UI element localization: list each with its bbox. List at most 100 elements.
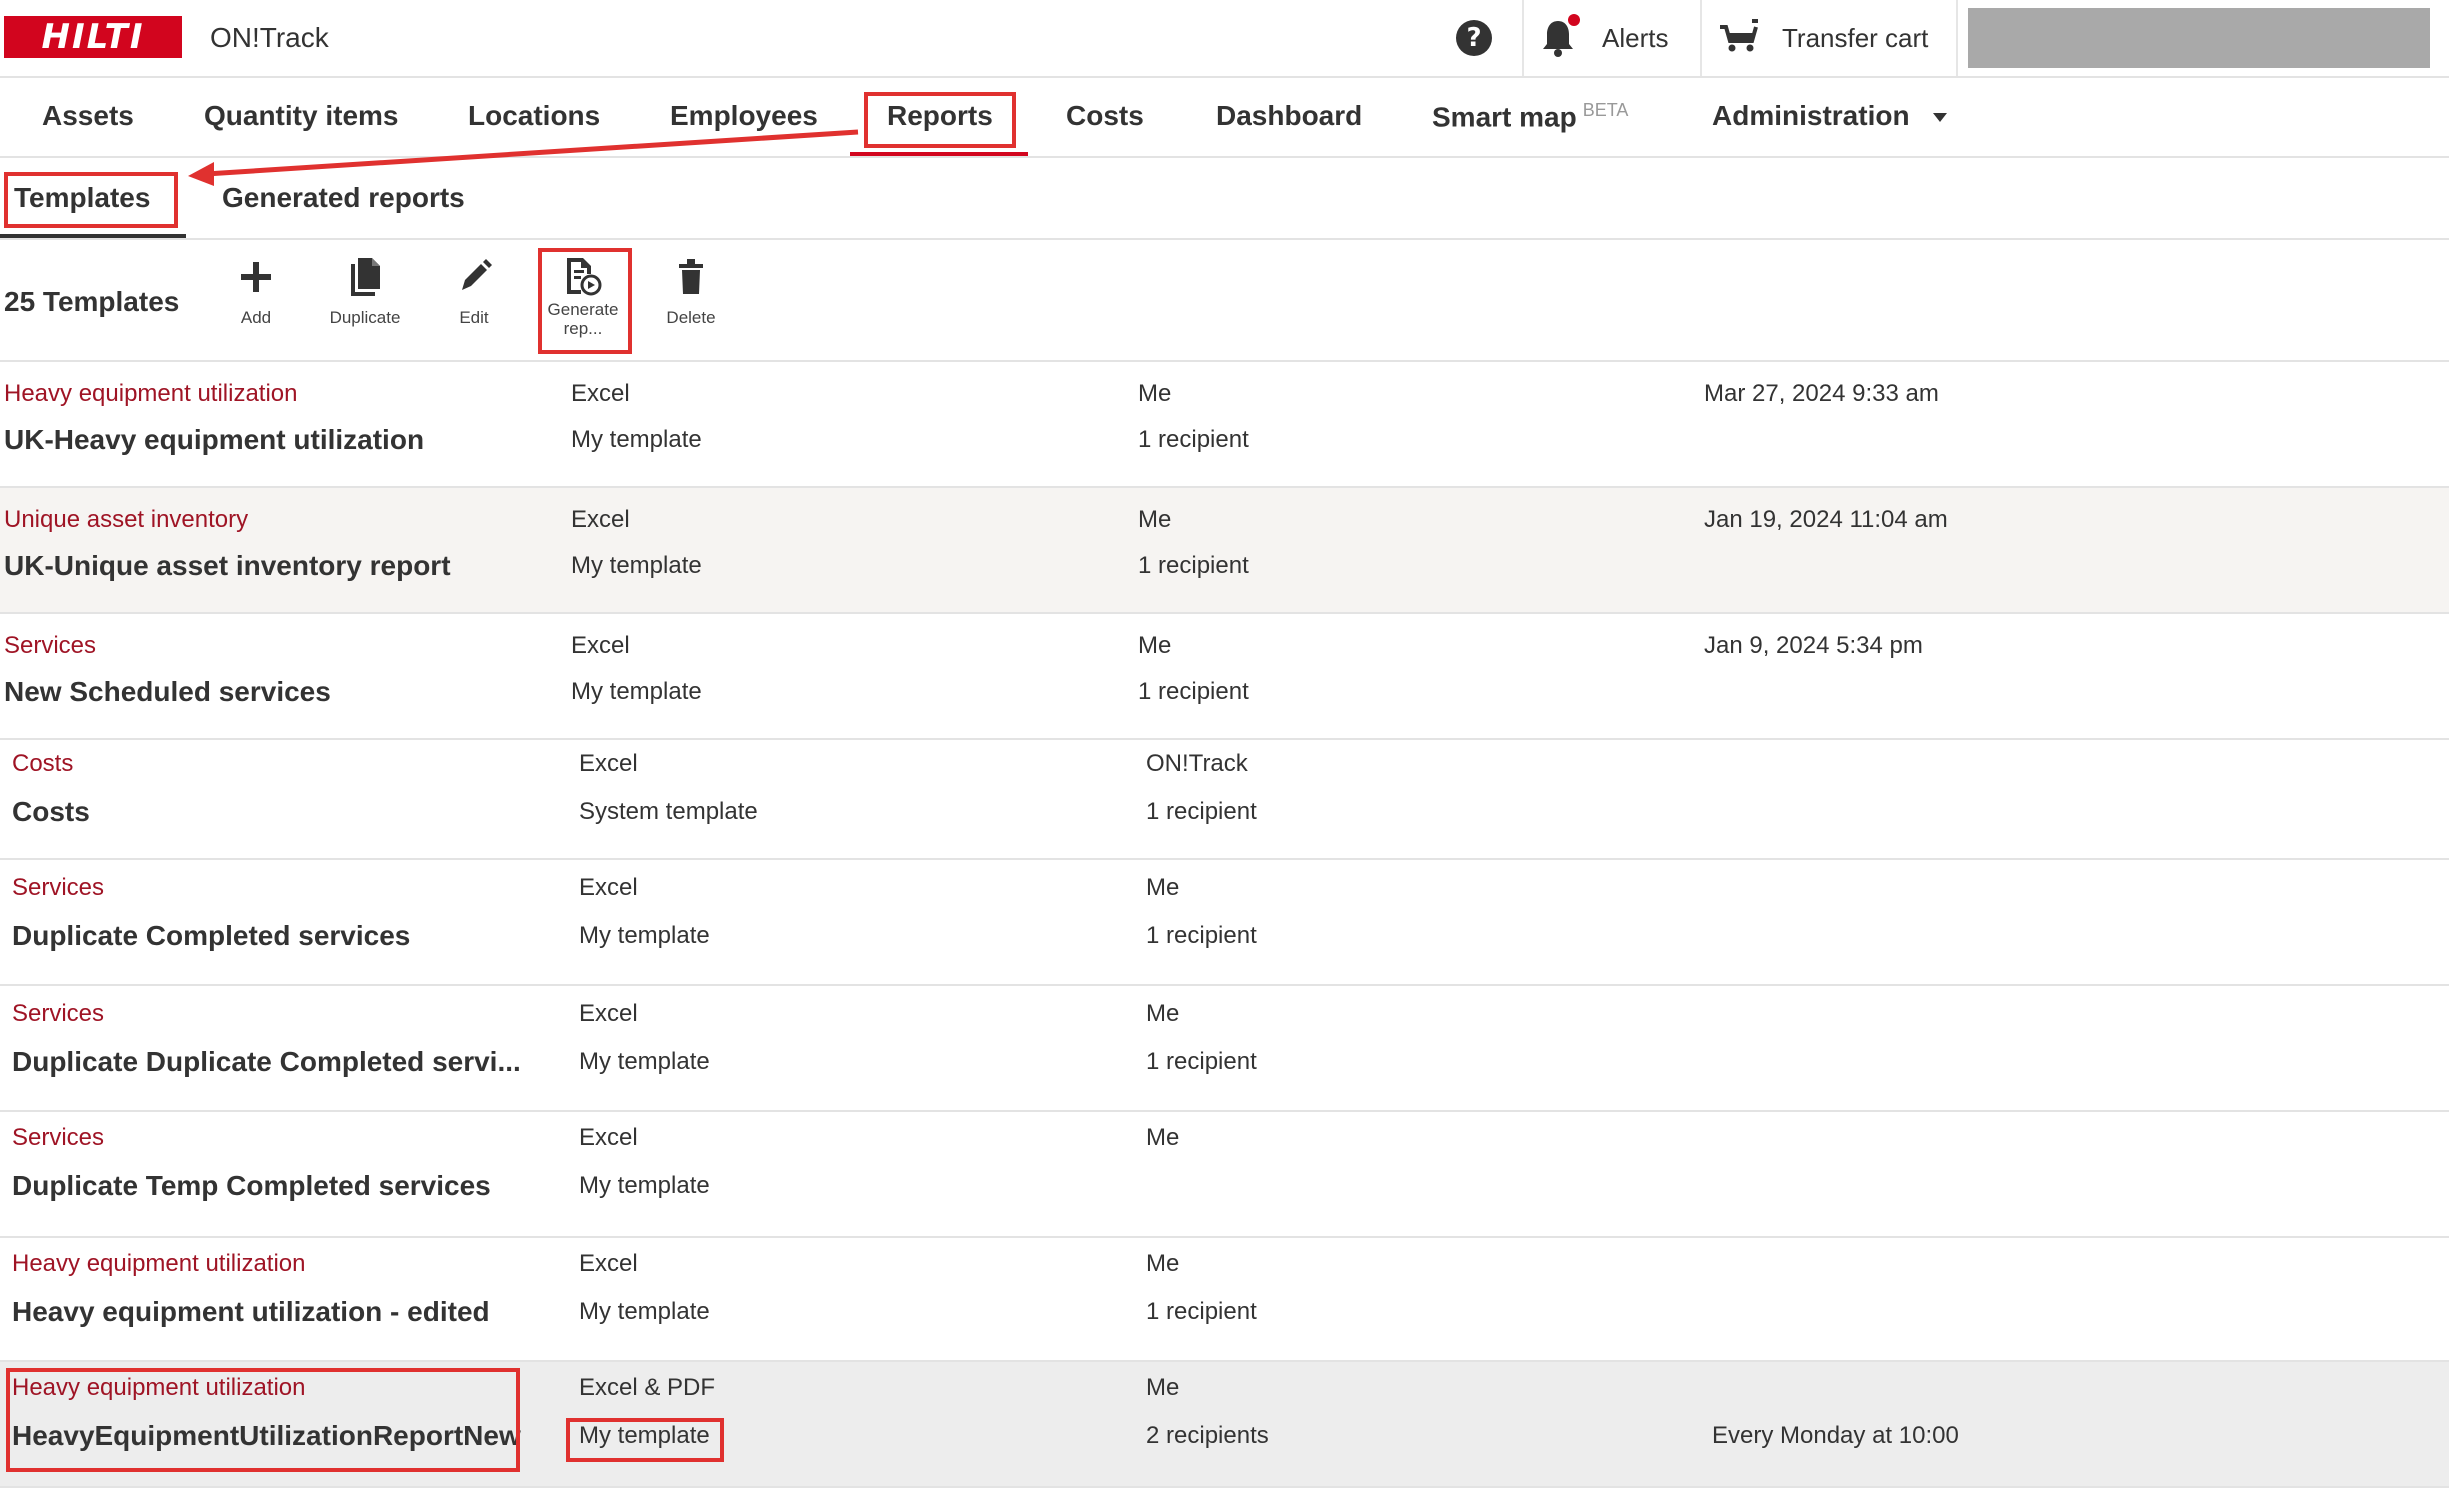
add-button[interactable]: Add: [201, 256, 311, 356]
report-subtabs: Templates Generated reports: [0, 158, 2449, 240]
row-template-type: My template: [579, 1048, 710, 1075]
plus-icon: [240, 256, 272, 296]
nav-administration[interactable]: Administration: [1712, 100, 1948, 132]
hilti-logo[interactable]: HILTI: [4, 16, 182, 58]
help-icon: ?: [1456, 20, 1492, 56]
table-row[interactable]: Heavy equipment utilization Heavy equipm…: [0, 1238, 2449, 1362]
main-nav: Assets Quantity items Locations Employee…: [0, 78, 2449, 158]
row-category: Costs: [12, 750, 74, 777]
duplicate-label: Duplicate: [329, 308, 401, 327]
nav-quantity-items[interactable]: Quantity items: [204, 100, 398, 132]
delete-button[interactable]: Delete: [636, 256, 746, 356]
row-format: Excel: [571, 632, 630, 659]
generate-report-icon: [563, 256, 603, 296]
row-category: Heavy equipment utilization: [12, 1374, 306, 1401]
row-format: Excel: [579, 1250, 638, 1277]
table-row[interactable]: Services Duplicate Temp Completed servic…: [0, 1112, 2449, 1238]
generate-report-button[interactable]: Generate rep...: [528, 256, 638, 356]
trash-icon: [675, 256, 707, 296]
row-recipients: 1 recipient: [1138, 678, 1249, 705]
row-schedule: Every Monday at 10:00: [1712, 1422, 1959, 1449]
chevron-down-icon: [1933, 113, 1948, 123]
duplicate-button[interactable]: Duplicate: [310, 256, 420, 356]
templates-count: 25 Templates: [4, 286, 180, 317]
nav-costs[interactable]: Costs: [1066, 100, 1144, 132]
row-format: Excel: [571, 506, 630, 533]
row-category: Heavy equipment utilization: [4, 380, 298, 407]
table-row-selected[interactable]: Heavy equipment utilization HeavyEquipme…: [0, 1362, 2449, 1488]
table-row[interactable]: Services Duplicate Completed services Ex…: [0, 860, 2449, 986]
transfer-cart-button[interactable]: Transfer cart: [1718, 0, 1928, 76]
tab-generated-reports[interactable]: Generated reports: [222, 182, 465, 214]
nav-smart-map-label: Smart map: [1432, 101, 1577, 133]
row-format: Excel: [579, 750, 638, 777]
table-row[interactable]: Costs Costs Excel System template ON!Tra…: [0, 740, 2449, 860]
row-recipients: 1 recipient: [1146, 1298, 1257, 1325]
pencil-icon: [456, 256, 492, 296]
generate-line2: rep...: [563, 319, 603, 338]
table-row[interactable]: Services New Scheduled services Excel My…: [0, 614, 2449, 740]
row-owner: Me: [1138, 632, 1172, 659]
row-owner: Me: [1146, 1000, 1180, 1027]
row-recipients: 1 recipient: [1138, 426, 1249, 453]
active-subtab-indicator: [0, 234, 186, 238]
row-recipients: 1 recipient: [1146, 1048, 1257, 1075]
row-date: Jan 9, 2024 5:34 pm: [1704, 632, 1923, 659]
nav-dashboard[interactable]: Dashboard: [1216, 100, 1362, 132]
row-format: Excel: [579, 1000, 638, 1027]
table-row[interactable]: Services Duplicate Duplicate Completed s…: [0, 986, 2449, 1112]
nav-employees[interactable]: Employees: [670, 100, 818, 132]
row-name[interactable]: Duplicate Completed services: [12, 920, 410, 952]
row-owner: Me: [1146, 1374, 1180, 1401]
row-name[interactable]: Duplicate Temp Completed services: [12, 1170, 491, 1202]
nav-reports[interactable]: Reports: [887, 100, 993, 132]
help-button[interactable]: ?: [1456, 0, 1492, 76]
row-name[interactable]: Duplicate Duplicate Completed servi...: [12, 1046, 521, 1078]
row-name[interactable]: UK-Unique asset inventory report: [4, 550, 451, 582]
row-template-type: My template: [579, 922, 710, 949]
row-name[interactable]: New Scheduled services: [4, 676, 331, 708]
row-owner: ON!Track: [1146, 750, 1248, 777]
row-category: Services: [12, 1000, 105, 1027]
delete-label: Delete: [666, 308, 716, 327]
duplicate-icon: [347, 256, 383, 296]
app-title: ON!Track: [210, 22, 329, 53]
row-recipients: 2 recipients: [1146, 1422, 1269, 1449]
row-date: Mar 27, 2024 9:33 am: [1704, 380, 1939, 407]
row-category: Unique asset inventory: [4, 506, 249, 533]
row-category: Services: [12, 874, 105, 901]
generate-line1: Generate: [547, 300, 619, 319]
table-row[interactable]: Unique asset inventory UK-Unique asset i…: [0, 488, 2449, 614]
user-account-area[interactable]: [1968, 8, 2430, 68]
brand-text: HILTI: [41, 17, 145, 57]
divider: [1700, 0, 1702, 76]
row-owner: Me: [1146, 1250, 1180, 1277]
top-header: HILTI ON!Track ? Alerts Transfer cart: [0, 0, 2449, 78]
alert-dot: [1568, 14, 1580, 26]
alerts-button[interactable]: Alerts: [1540, 0, 1700, 76]
row-name[interactable]: Costs: [12, 796, 90, 828]
row-name[interactable]: HeavyEquipmentUtilizationReportNew: [12, 1420, 521, 1452]
row-template-type: My template: [571, 678, 702, 705]
nav-smart-map[interactable]: Smart map BETA: [1432, 100, 1628, 133]
tab-templates[interactable]: Templates: [14, 182, 150, 214]
row-template-type: My template: [579, 1172, 710, 1199]
row-name[interactable]: Heavy equipment utilization - edited: [12, 1296, 490, 1328]
row-category: Services: [12, 1124, 105, 1151]
row-name[interactable]: UK-Heavy equipment utilization: [4, 424, 424, 456]
add-label: Add: [240, 308, 272, 327]
nav-locations[interactable]: Locations: [468, 100, 600, 132]
nav-administration-label: Administration: [1712, 100, 1910, 131]
divider: [1522, 0, 1524, 76]
row-format: Excel: [579, 1124, 638, 1151]
row-format: Excel: [579, 874, 638, 901]
nav-assets[interactable]: Assets: [42, 100, 134, 132]
table-row[interactable]: Heavy equipment utilization UK-Heavy equ…: [0, 362, 2449, 488]
transfer-cart-label: Transfer cart: [1782, 22, 1929, 53]
row-owner: Me: [1146, 874, 1180, 901]
generate-report-label: Generate rep...: [548, 300, 619, 338]
row-recipients: 1 recipient: [1146, 922, 1257, 949]
row-template-type: My template: [579, 1298, 710, 1325]
edit-button[interactable]: Edit: [419, 256, 529, 356]
active-tab-indicator: [850, 152, 1028, 156]
